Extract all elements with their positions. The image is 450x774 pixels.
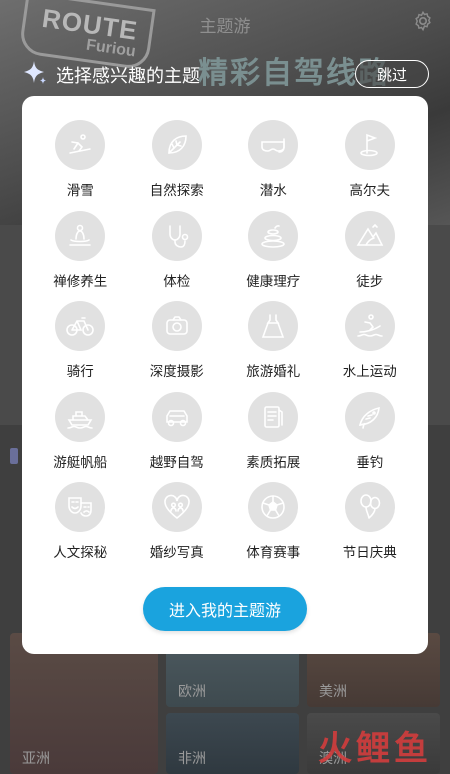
topic-label: 婚纱写真 (149, 545, 204, 561)
topic-diving[interactable]: 潜水 (225, 120, 322, 211)
topic-icon-circle (151, 482, 202, 532)
topic-checkup[interactable]: 体检 (129, 210, 226, 302)
topic-nature[interactable]: 自然探索 (129, 120, 226, 211)
topic-icon-circle (55, 120, 106, 170)
topic-skiing[interactable]: 滑雪 (32, 120, 129, 211)
topic-icon-circle (344, 120, 395, 170)
topic-icon-circle (55, 301, 106, 351)
topic-label: 健康理疗 (246, 273, 301, 290)
meditation-icon (69, 224, 92, 246)
topic-label: 人文探秘 (53, 545, 108, 561)
topic-label: 旅游婚礼 (246, 364, 301, 380)
couple-heart-icon (163, 494, 190, 520)
section-marker (10, 448, 18, 464)
bicycle-icon (66, 317, 95, 336)
balloons-icon (359, 494, 381, 519)
topic-yacht[interactable]: 游艇帆船 (32, 391, 129, 483)
skip-button[interactable]: 跳过 (355, 60, 429, 88)
topic-fishing[interactable]: 垂钓 (322, 391, 419, 483)
topic-sports-events[interactable]: 体育赛事 (225, 482, 322, 573)
topic-golf[interactable]: 高尔夫 (322, 120, 419, 211)
card-label: 美洲 (319, 684, 347, 700)
card-label: 欧洲 (178, 684, 206, 700)
destination-card-africa[interactable]: 非洲 (166, 713, 299, 774)
topic-label: 滑雪 (66, 183, 94, 199)
topic-icon-circle (248, 482, 299, 532)
topic-icon-circle (248, 391, 299, 442)
mountain-icon (356, 223, 384, 246)
topic-photography[interactable]: 深度摄影 (129, 301, 226, 392)
topic-water-sports[interactable]: 水上运动 (322, 301, 419, 392)
topic-wedding-travel[interactable]: 旅游婚礼 (225, 301, 322, 392)
card-label: 非洲 (178, 751, 206, 767)
destination-card-asia[interactable]: 亚洲 (10, 633, 158, 774)
fish-icon (358, 406, 380, 429)
topic-offroad[interactable]: 越野自驾 (129, 391, 226, 483)
skiing-icon (69, 134, 92, 154)
topic-icon-circle (151, 391, 202, 442)
topic-grid: 滑雪 自然探索 潜水 高尔夫 禅修养生 体检 健康理疗 徒步 骑行 深度摄影 旅… (32, 120, 418, 573)
topic-label: 节日庆典 (342, 545, 397, 561)
leaf-icon (167, 135, 187, 154)
topic-icon-circle (248, 301, 299, 351)
topic-label: 游艇帆船 (53, 454, 108, 471)
topic-label: 越野自驾 (149, 454, 204, 471)
topic-icon-circle (151, 120, 202, 170)
topic-label: 自然探索 (149, 183, 204, 199)
topic-label: 水上运动 (342, 364, 397, 380)
topic-cycling[interactable]: 骑行 (32, 301, 129, 392)
topic-label: 体育赛事 (246, 545, 301, 561)
topic-meditation[interactable]: 禅修养生 (32, 210, 129, 302)
topic-festivals[interactable]: 节日庆典 (322, 482, 419, 573)
topic-label: 体检 (163, 273, 191, 290)
topic-icon-circle (344, 210, 395, 261)
golf-flag-icon (359, 133, 378, 157)
offroad-car-icon (165, 409, 188, 426)
gear-icon[interactable] (412, 10, 434, 32)
topic-label: 禅修养生 (53, 273, 108, 290)
topic-team-building[interactable]: 素质拓展 (225, 391, 322, 483)
topic-culture[interactable]: 人文探秘 (32, 482, 129, 573)
topic-icon-circle (151, 301, 202, 351)
topic-hiking[interactable]: 徒步 (322, 210, 419, 302)
yacht-icon (67, 410, 94, 429)
topic-icon-circle (344, 301, 395, 351)
topic-therapy[interactable]: 健康理疗 (225, 210, 322, 302)
topic-label: 高尔夫 (349, 183, 391, 199)
theater-masks-icon (68, 497, 93, 517)
soccer-ball-icon (261, 495, 286, 519)
sparkle-icon (24, 61, 46, 84)
watermark-logo: 火鲤鱼 (318, 729, 432, 769)
page-title: 主题游 (199, 17, 251, 37)
topic-icon-circle (55, 391, 106, 442)
enter-my-themes-button[interactable]: 进入我的主题游 (143, 587, 307, 631)
spa-stones-icon (261, 224, 286, 248)
topic-label: 潜水 (259, 183, 287, 199)
wedding-dress-icon (262, 314, 285, 338)
topic-label: 骑行 (66, 364, 94, 380)
stethoscope-icon (168, 224, 189, 248)
topic-wedding-photo[interactable]: 婚纱写真 (129, 482, 226, 573)
topic-label: 徒步 (356, 273, 384, 290)
topic-icon-circle (248, 210, 299, 261)
topic-selection-panel: 滑雪 自然探索 潜水 高尔夫 禅修养生 体检 健康理疗 徒步 骑行 深度摄影 旅… (22, 96, 428, 654)
card-label: 亚洲 (22, 751, 50, 767)
topic-label: 素质拓展 (246, 454, 301, 471)
training-book-icon (264, 405, 284, 428)
topic-icon-circle (344, 391, 395, 442)
camera-icon (165, 316, 188, 335)
topic-icon-circle (248, 120, 299, 170)
topic-label: 垂钓 (356, 454, 384, 471)
topic-icon-circle (55, 482, 106, 532)
dialog-title: 选择感兴趣的主题 (56, 66, 200, 87)
topic-icon-circle (55, 210, 106, 261)
topic-label: 深度摄影 (149, 364, 204, 380)
surfing-icon (356, 314, 383, 337)
diving-mask-icon (261, 138, 286, 153)
topic-icon-circle (344, 482, 395, 532)
topic-icon-circle (151, 210, 202, 261)
